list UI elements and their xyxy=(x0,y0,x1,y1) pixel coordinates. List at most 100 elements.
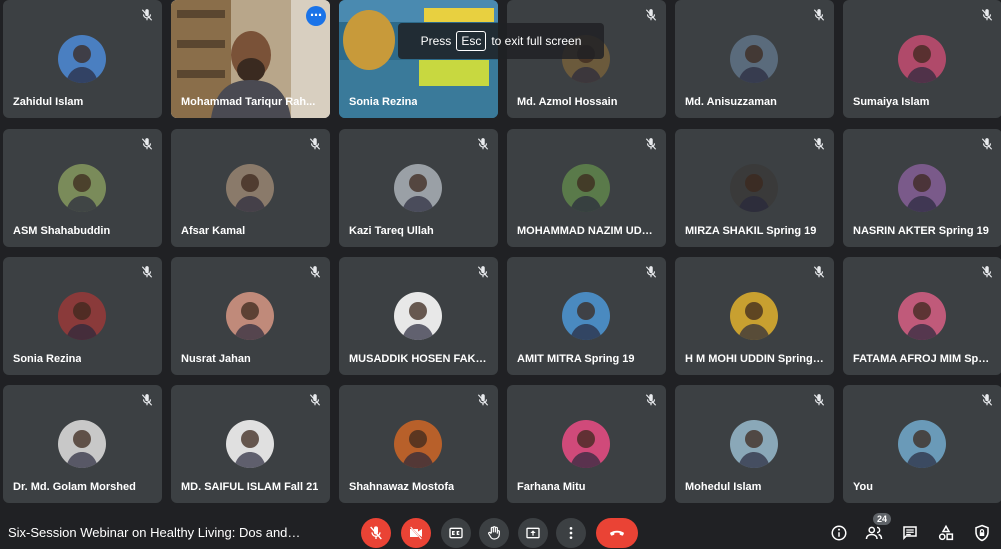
participant-grid: Zahidul Islam ⋯ Mohammad Tariqur Rah... Son… xyxy=(0,0,1001,510)
mic-off-icon xyxy=(812,393,826,407)
mic-off-icon xyxy=(308,137,322,151)
participant-tile[interactable]: NASRIN AKTER Spring 19 xyxy=(843,129,1001,247)
participant-tile[interactable]: Md. Anisuzzaman xyxy=(675,0,834,118)
avatar xyxy=(730,292,778,340)
participant-tile[interactable]: ASM Shahabuddin xyxy=(3,129,162,247)
participant-tile[interactable]: MD. SAIFUL ISLAM Fall 21 xyxy=(171,385,330,503)
mic-off-icon xyxy=(812,8,826,22)
participant-tile[interactable]: FATAMA AFROJ MIM Sprin... xyxy=(843,257,1001,375)
participant-tile[interactable]: H M MOHI UDDIN Spring 19 xyxy=(675,257,834,375)
participant-tile[interactable]: Zahidul Islam xyxy=(3,0,162,118)
participant-name: Dr. Md. Golam Morshed xyxy=(13,481,136,493)
participant-tile[interactable]: Sumaiya Islam xyxy=(843,0,1001,118)
participant-name: Sonia Rezina xyxy=(13,353,82,365)
mic-off-icon xyxy=(644,393,658,407)
participant-name: You xyxy=(853,481,873,493)
fullscreen-toast: Press Esc to exit full screen xyxy=(398,23,604,59)
participant-tile[interactable]: ⋯ Mohammad Tariqur Rah... xyxy=(171,0,330,118)
avatar xyxy=(394,420,442,468)
captions-button[interactable] xyxy=(441,518,471,548)
toast-press-text: Press xyxy=(420,34,452,48)
camera-toggle-button[interactable] xyxy=(401,518,431,548)
participant-tile[interactable]: Mohedul Islam xyxy=(675,385,834,503)
mic-off-icon xyxy=(812,137,826,151)
people-button[interactable] xyxy=(865,524,883,542)
participant-name: Md. Azmol Hossain xyxy=(517,96,618,108)
participant-count-badge: 24 xyxy=(873,513,892,525)
participant-tile[interactable]: Sonia Rezina xyxy=(339,0,498,118)
avatar xyxy=(58,35,106,83)
avatar xyxy=(58,292,106,340)
participant-name: Zahidul Islam xyxy=(13,96,84,108)
esc-key-label: Esc xyxy=(456,31,487,51)
participant-tile[interactable]: Nusrat Jahan xyxy=(171,257,330,375)
participant-name: MUSADDIK HOSEN FAKIR ... xyxy=(349,353,489,365)
avatar xyxy=(58,420,106,468)
mic-off-icon xyxy=(476,265,490,279)
avatar xyxy=(394,292,442,340)
mic-off-icon xyxy=(980,265,994,279)
avatar xyxy=(226,292,274,340)
participant-tile[interactable]: MOHAMMAD NAZIM UDDI... xyxy=(507,129,666,247)
more-options-button[interactable] xyxy=(556,518,586,548)
mic-off-icon xyxy=(644,265,658,279)
avatar xyxy=(226,420,274,468)
mic-off-icon xyxy=(308,265,322,279)
participant-tile[interactable]: Shahnawaz Mostofa xyxy=(339,385,498,503)
mic-off-icon xyxy=(140,265,154,279)
avatar xyxy=(730,420,778,468)
chat-button[interactable] xyxy=(901,524,919,542)
mic-off-icon xyxy=(476,137,490,151)
avatar xyxy=(58,164,106,212)
raise-hand-button[interactable] xyxy=(479,518,509,548)
participant-tile[interactable]: MUSADDIK HOSEN FAKIR ... xyxy=(339,257,498,375)
participant-name: H M MOHI UDDIN Spring 19 xyxy=(685,353,825,365)
meeting-details-button[interactable] xyxy=(830,524,848,542)
mic-off-icon xyxy=(476,393,490,407)
bottom-control-bar: Six-Session Webinar on Healthy Living: D… xyxy=(0,513,1001,549)
leave-call-button[interactable] xyxy=(596,518,638,548)
mic-off-icon xyxy=(980,137,994,151)
avatar xyxy=(730,35,778,83)
camera-off-icon xyxy=(410,526,422,540)
present-screen-button[interactable] xyxy=(518,518,548,548)
participant-name: AMIT MITRA Spring 19 xyxy=(517,353,635,365)
shapes-icon xyxy=(938,524,954,541)
shield-lock-icon xyxy=(975,524,989,542)
participant-name: MOHAMMAD NAZIM UDDI... xyxy=(517,225,657,237)
participant-tile[interactable]: Farhana Mitu xyxy=(507,385,666,503)
toast-suffix-text: to exit full screen xyxy=(491,34,582,48)
people-icon xyxy=(865,526,883,540)
avatar xyxy=(226,164,274,212)
mic-toggle-button[interactable] xyxy=(361,518,391,548)
participant-tile[interactable]: You xyxy=(843,385,1001,503)
participant-tile[interactable]: Dr. Md. Golam Morshed xyxy=(3,385,162,503)
avatar xyxy=(562,420,610,468)
participant-name: ASM Shahabuddin xyxy=(13,225,111,237)
more-vert-icon[interactable]: ⋯ xyxy=(306,6,326,26)
more-vert-icon xyxy=(569,527,573,539)
avatar xyxy=(898,164,946,212)
participant-name: Kazi Tareq Ullah xyxy=(349,225,434,237)
participant-tile[interactable]: MIRZA SHAKIL Spring 19 xyxy=(675,129,834,247)
participant-tile[interactable]: Md. Azmol Hossain xyxy=(507,0,666,118)
mic-off-icon xyxy=(308,393,322,407)
participant-name: Farhana Mitu xyxy=(517,481,586,493)
mic-off-icon xyxy=(980,393,994,407)
participant-tile[interactable]: Afsar Kamal xyxy=(171,129,330,247)
mic-off-icon xyxy=(644,8,658,22)
participant-tile[interactable]: Sonia Rezina xyxy=(3,257,162,375)
participant-name: FATAMA AFROJ MIM Sprin... xyxy=(853,353,993,365)
mic-off-icon xyxy=(140,137,154,151)
participant-tile[interactable]: Kazi Tareq Ullah xyxy=(339,129,498,247)
closed-captions-icon xyxy=(449,527,463,539)
participant-name: MIRZA SHAKIL Spring 19 xyxy=(685,225,817,237)
participant-name: MD. SAIFUL ISLAM Fall 21 xyxy=(181,481,319,493)
hand-icon xyxy=(488,526,500,540)
host-controls-button[interactable] xyxy=(973,524,991,542)
activities-button[interactable] xyxy=(937,524,955,542)
participant-name: Mohedul Islam xyxy=(685,481,762,493)
participant-tile[interactable]: AMIT MITRA Spring 19 xyxy=(507,257,666,375)
avatar xyxy=(562,292,610,340)
participant-name: Sumaiya Islam xyxy=(853,96,930,108)
